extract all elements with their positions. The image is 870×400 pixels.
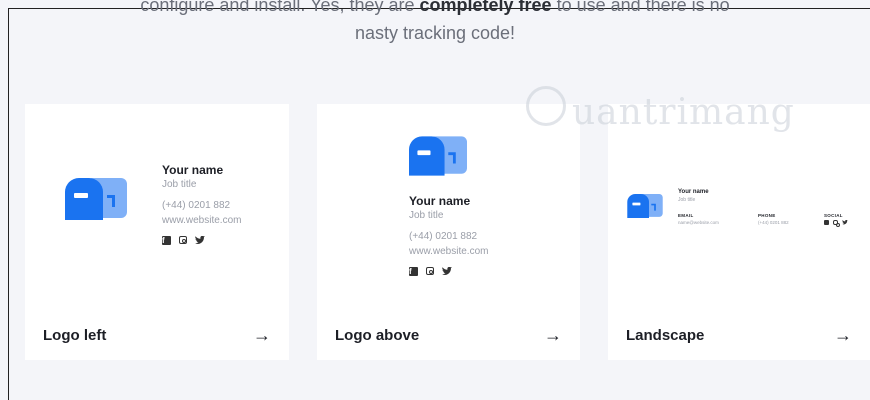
social-icons: f — [162, 235, 241, 247]
signature-website: www.website.com — [162, 215, 242, 226]
card-title: Logo left — [43, 327, 107, 344]
social-icons: f — [409, 266, 488, 278]
signature-website: www.website.com — [409, 246, 489, 257]
signature-phone: (+44) 0201 882 — [409, 231, 478, 242]
facebook-icon — [824, 220, 829, 225]
instagram-icon — [426, 267, 434, 275]
mailbox-logo-icon — [627, 194, 663, 218]
mailbox-logo-icon — [65, 178, 127, 220]
facebook-icon: f — [409, 267, 418, 276]
signature-job: Job title — [678, 197, 696, 203]
signature-email-column: EMAIL name@website.com — [678, 213, 719, 225]
signature-job: Job title — [409, 210, 444, 221]
signature-preview: Your name Job title (+44) 0201 882 www.w… — [162, 163, 241, 247]
card-title: Landscape — [626, 327, 705, 344]
template-card-landscape[interactable]: Your name Job title EMAIL name@website.c… — [608, 104, 870, 360]
template-card-logo-above[interactable]: Your name Job title (+44) 0201 882 www.w… — [317, 104, 580, 360]
intro-line-2: nasty tracking code! — [354, 23, 516, 43]
signature-preview: Your name Job title (+44) 0201 882 www.w… — [409, 194, 488, 278]
signature-name: Your name — [162, 163, 224, 177]
intro-line-1: configure and install. Yes, they are com… — [0, 0, 870, 16]
template-card-logo-left[interactable]: Your name Job title (+44) 0201 882 www.w… — [25, 104, 289, 360]
arrow-right-icon[interactable]: → — [253, 325, 271, 346]
twitter-icon — [195, 235, 205, 247]
arrow-right-icon[interactable]: → — [544, 325, 562, 346]
arrow-right-icon[interactable]: → — [834, 325, 852, 346]
intro-bold-text: completely free — [419, 0, 552, 15]
twitter-icon — [842, 219, 848, 227]
signature-name: Your name — [409, 194, 471, 208]
signature-name: Your name — [678, 189, 709, 195]
instagram-icon — [833, 220, 840, 227]
instagram-icon — [179, 236, 187, 244]
facebook-icon: f — [162, 236, 171, 245]
social-icons — [824, 219, 848, 227]
signature-social-column: SOCIAL — [824, 212, 848, 227]
card-title: Logo above — [335, 327, 420, 344]
signature-job: Job title — [162, 179, 197, 190]
twitter-icon — [442, 266, 452, 278]
mailbox-logo-icon — [409, 136, 467, 176]
signature-phone-column: PHONE (+44) 0201 882 — [758, 213, 789, 225]
signature-phone: (+44) 0201 882 — [162, 200, 231, 211]
